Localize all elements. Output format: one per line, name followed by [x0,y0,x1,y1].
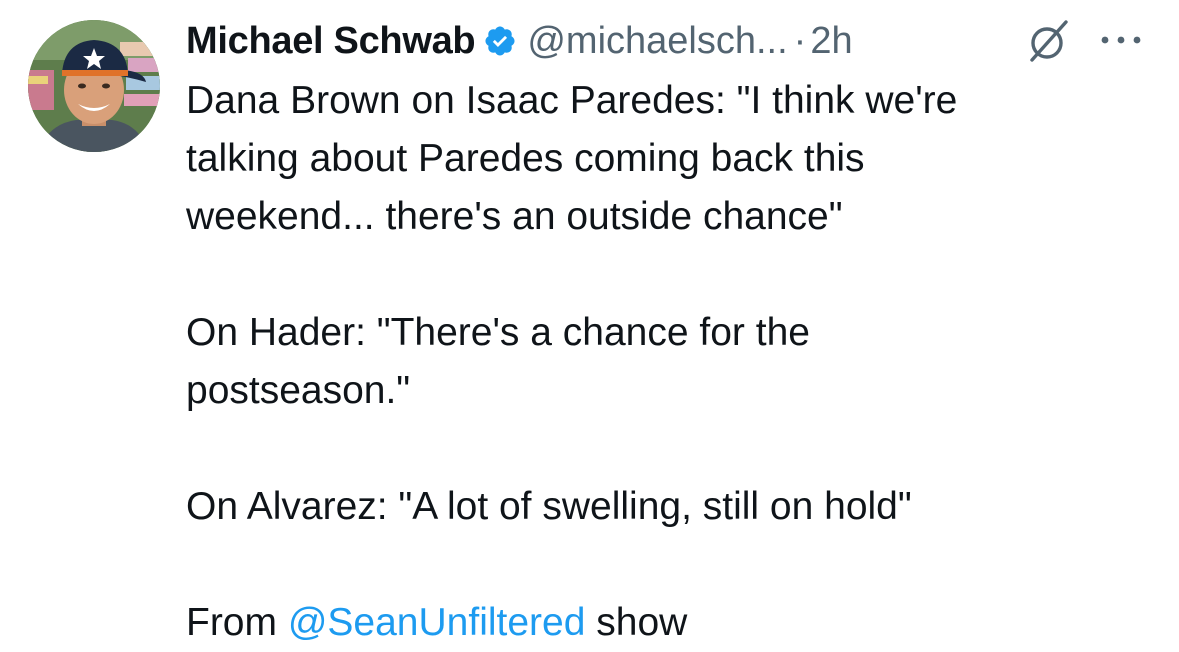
tweet-text-last-line: From @SeanUnfiltered show [186,594,1146,652]
tweet-text-line: On Alvarez: "A lot of swelling, still on… [186,485,912,528]
tweet[interactable]: Michael Schwab @michaelsch... · 2h Dana … [0,0,1179,651]
tweet-text-line: Dana Brown on Isaac Paredes: "I think we… [186,79,958,122]
verified-badge-icon[interactable] [483,24,517,58]
more-dots-icon[interactable] [1096,26,1146,54]
tweet-text-line [186,246,1146,304]
tweet-header: Michael Schwab @michaelsch... · 2h [186,14,853,68]
mention-link[interactable]: @SeanUnfiltered [288,601,586,644]
tweet-text-line: weekend... there's an outside chance" [186,195,843,238]
last-line-prefix: From [186,601,288,644]
author-handle[interactable]: @michaelsch... [527,20,787,63]
tweet-text-line [186,536,1146,594]
header-separator: · [793,19,807,62]
tweet-text-line [186,420,1146,478]
grok-icon[interactable] [1026,18,1072,64]
tweet-text-line: postseason." [186,369,411,412]
tweet-text-line: talking about Paredes coming back this [186,137,865,180]
tweet-text-line: On Hader: "There's a chance for the [186,311,810,354]
avatar[interactable] [28,20,160,152]
tweet-text: Dana Brown on Isaac Paredes: "I think we… [186,72,1146,652]
tweet-timestamp[interactable]: 2h [810,20,852,63]
last-line-suffix: show [585,601,688,644]
profile-photo-icon [28,20,160,152]
author-display-name[interactable]: Michael Schwab [186,20,476,63]
